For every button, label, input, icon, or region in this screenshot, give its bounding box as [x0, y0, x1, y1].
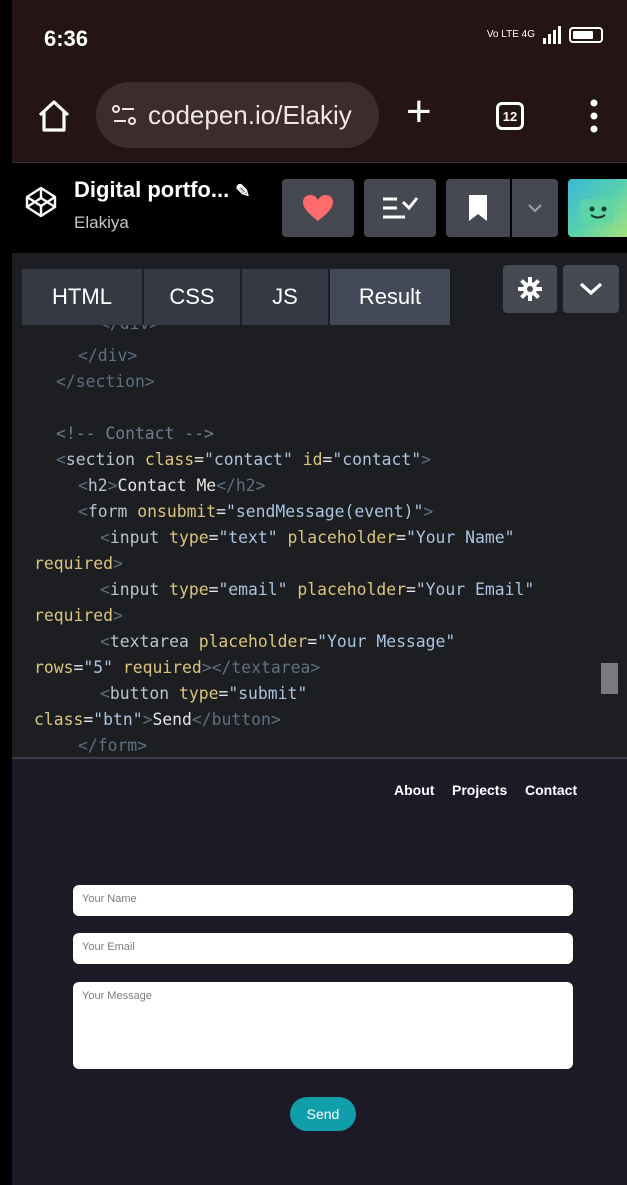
user-avatar[interactable] [568, 179, 627, 237]
bookmark-icon [469, 195, 487, 221]
preview-logo-faded [68, 779, 73, 799]
chevron-down-icon [528, 204, 542, 213]
site-settings-icon[interactable] [110, 101, 138, 129]
code-line: <form onsubmit="sendMessage(event)"> [78, 502, 434, 521]
code-line: <input type="text" placeholder="Your Nam… [100, 528, 515, 547]
code-line: </form> [78, 736, 148, 755]
code-line: </div> [78, 346, 138, 365]
code-line: rows="5" required></textarea> [34, 658, 321, 677]
heart-icon [303, 195, 333, 221]
code-line: <button type="submit" [100, 684, 308, 703]
bookmark-button[interactable] [446, 179, 510, 237]
battery-icon [569, 27, 603, 43]
pen-title[interactable]: Digital portfo... ✎ [74, 177, 250, 203]
more-menu-icon[interactable] [590, 98, 598, 134]
editor-tab-bar: HTML CSS JS Result [12, 253, 627, 325]
signal-icon [543, 26, 561, 44]
code-scrollbar-thumb[interactable] [601, 663, 618, 694]
code-line-partial: </div> [100, 325, 159, 337]
chevron-down-icon [579, 282, 603, 296]
home-icon[interactable] [36, 98, 72, 134]
pen-title-text: Digital portfo... [74, 177, 230, 202]
list-check-icon [383, 197, 419, 219]
collapse-editor-button[interactable] [563, 265, 619, 313]
result-preview: About Projects Contact Your Name Your Em… [12, 757, 627, 1185]
tab-css[interactable]: CSS [144, 269, 240, 325]
code-line: <section class="contact" id="contact"> [56, 450, 432, 469]
edit-pencil-icon[interactable]: ✎ [235, 181, 250, 201]
code-line: <textarea placeholder="Your Message" [100, 632, 456, 651]
codepen-logo-icon[interactable] [24, 185, 58, 219]
code-line: <input type="email" placeholder="Your Em… [100, 580, 535, 599]
message-textarea[interactable]: Your Message [73, 982, 573, 1069]
tab-switcher-button[interactable]: 12 [496, 102, 524, 130]
name-input[interactable]: Your Name [73, 885, 573, 916]
status-time: 6:36 [44, 26, 89, 51]
love-button[interactable] [282, 179, 354, 237]
tab-result[interactable]: Result [330, 269, 450, 325]
code-comment: <!-- Contact --> [56, 424, 214, 443]
code-line: required> [34, 554, 123, 573]
code-editor[interactable]: </div> </div> </section> <!-- Contact --… [12, 325, 627, 757]
pen-header: Digital portfo... ✎ Elakiya [12, 163, 627, 253]
pen-author[interactable]: Elakiya [74, 213, 129, 233]
code-line: required> [34, 606, 123, 625]
network-label: Vo LTE 4G [486, 29, 535, 40]
tab-js[interactable]: JS [242, 269, 328, 325]
nav-link-about[interactable]: About [394, 782, 434, 798]
bookmark-dropdown-button[interactable] [512, 179, 558, 237]
browser-toolbar: codepen.io/Elakiy + 12 [12, 76, 627, 163]
code-line: class="btn">Send</button> [34, 710, 281, 729]
settings-button[interactable] [503, 265, 557, 313]
smiley-avatar-icon [580, 199, 614, 223]
new-tab-icon[interactable]: + [406, 90, 432, 134]
email-input[interactable]: Your Email [73, 933, 573, 964]
send-button[interactable]: Send [290, 1097, 356, 1131]
status-icons: Vo LTE 4G [487, 26, 603, 44]
tab-html[interactable]: HTML [22, 269, 142, 325]
url-text: codepen.io/Elakiy [148, 99, 352, 130]
collections-button[interactable] [364, 179, 436, 237]
code-line: <h2>Contact Me</h2> [78, 476, 266, 495]
phone-screen: 6:36 Vo LTE 4G codepen.io/Elakiy + 12 Di… [12, 0, 627, 1185]
nav-link-contact[interactable]: Contact [525, 782, 577, 798]
status-bar: 6:36 Vo LTE 4G [12, 0, 627, 76]
code-line: </section> [56, 372, 155, 391]
address-bar[interactable]: codepen.io/Elakiy [96, 82, 379, 148]
nav-link-projects[interactable]: Projects [452, 782, 507, 798]
gear-icon [518, 277, 542, 301]
